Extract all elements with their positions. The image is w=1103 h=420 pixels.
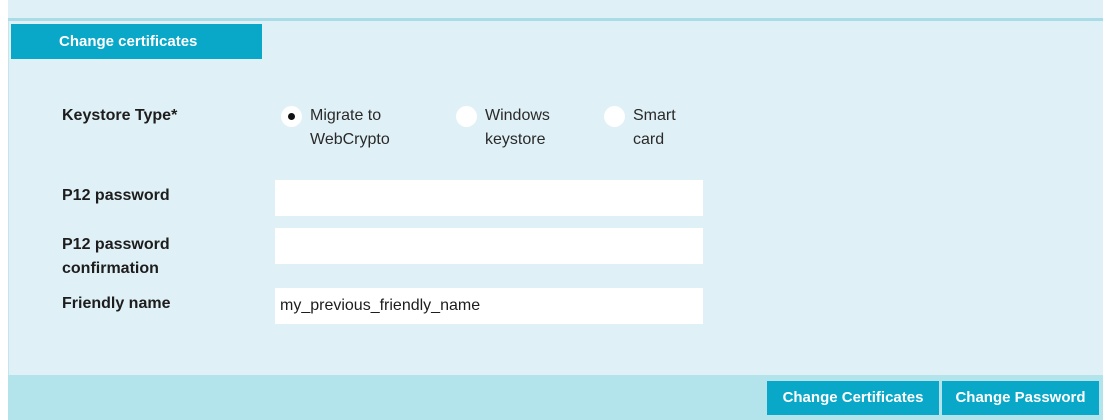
change-certificates-dialog: Change certificates Keystore Type* Migra… [0,0,1103,420]
friendly-name-label: Friendly name [62,295,171,312]
required-marker: * [171,107,178,124]
p12-password-confirmation-label: P12 password confirmation [62,236,170,277]
radio-label-windows: Windows keystore [485,107,550,148]
radio-migrate-webcrypto[interactable]: Migrate to WebCrypto [281,104,390,152]
radio-smart-card[interactable]: Smart card [604,104,676,152]
p12-password-label: P12 password [62,187,170,204]
friendly-name-input[interactable] [275,288,703,324]
p12-password-confirmation-input[interactable] [275,228,703,264]
change-password-button[interactable]: Change Password [942,381,1099,415]
radio-windows-keystore[interactable]: Windows keystore [456,104,550,152]
radio-unchecked-icon[interactable] [456,106,477,127]
radio-label-webcrypto: Migrate to WebCrypto [310,107,390,148]
change-certificates-button[interactable]: Change Certificates [767,381,939,415]
p12-password-input[interactable] [275,180,703,216]
radio-checked-icon[interactable] [281,106,302,127]
radio-unchecked-icon[interactable] [604,106,625,127]
keystore-type-label: Keystore Type* [62,104,177,128]
keystore-type-label-text: Keystore Type [62,107,172,124]
top-divider [8,0,1103,21]
section-tab-title: Change certificates [11,24,262,59]
radio-label-smart-card: Smart card [633,107,676,148]
